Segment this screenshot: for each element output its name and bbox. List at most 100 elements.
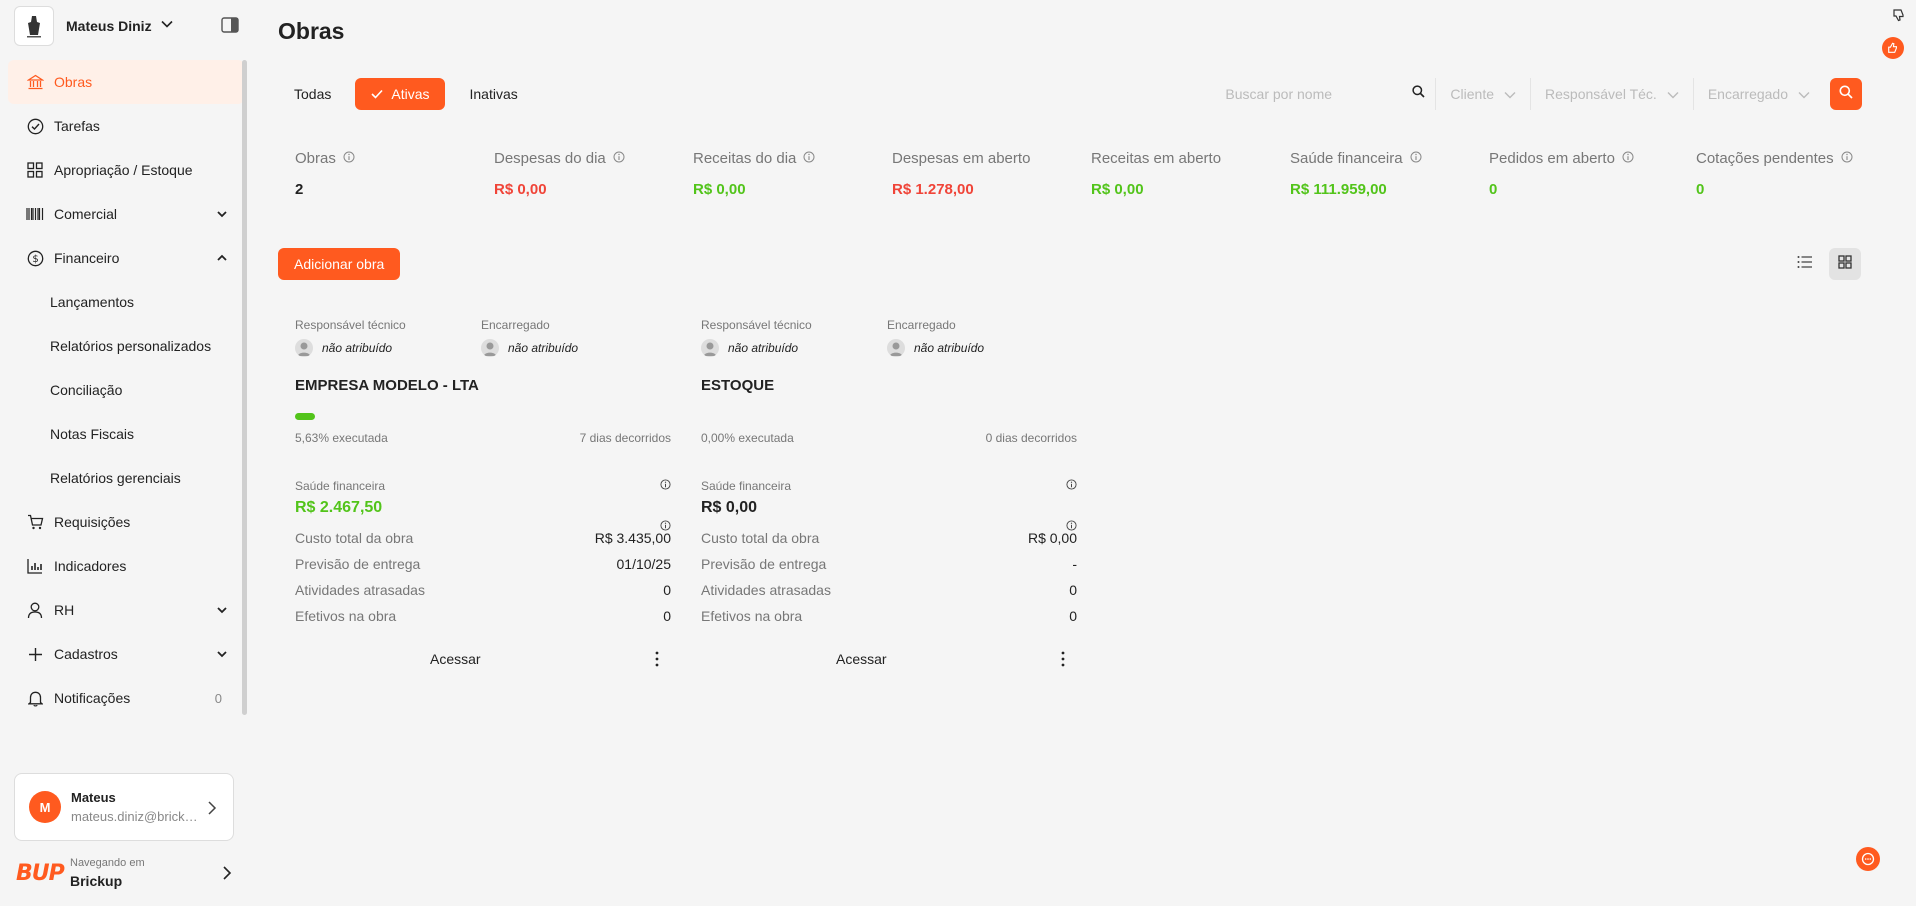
tab-ativas[interactable]: Ativas: [355, 78, 446, 110]
org-switcher[interactable]: Mateus Diniz: [14, 6, 174, 46]
more-vertical-icon[interactable]: [1061, 651, 1065, 672]
sidebar-item-requisicoes[interactable]: Requisições: [8, 500, 244, 544]
row-label: Atividades atrasadas: [295, 582, 425, 598]
brand-logo: BUP: [16, 860, 65, 886]
info-icon[interactable]: [343, 150, 355, 167]
stat-label: Receitas em aberto: [1091, 150, 1222, 167]
stats-row: Obras 2 Despesas do dia R$ 0,00 Receitas…: [295, 150, 1876, 198]
thumbs-up-icon[interactable]: [1882, 37, 1904, 59]
responsavel-name: não atribuído: [322, 341, 393, 355]
person-icon: [481, 339, 499, 357]
efetivos-row: Efetivos na obra 0: [295, 608, 671, 628]
grid-view-button[interactable]: [1829, 248, 1861, 280]
sidebar-item-cadastros[interactable]: Cadastros: [8, 632, 244, 676]
stat-label: Obras: [295, 150, 336, 167]
search-input[interactable]: [1225, 86, 1396, 102]
executada-text: 5,63% executada: [295, 431, 388, 445]
info-icon[interactable]: [613, 150, 625, 167]
bell-icon: [26, 689, 44, 707]
stat-label: Cotações pendentes: [1696, 150, 1834, 167]
info-icon[interactable]: [1841, 150, 1853, 167]
search-field: [1215, 78, 1435, 110]
cliente-select[interactable]: Cliente: [1435, 78, 1530, 110]
row-value: R$ 0,00: [1027, 530, 1077, 546]
tab-inativas[interactable]: Inativas: [453, 78, 533, 110]
check-circle-icon: [26, 117, 44, 135]
status-tabs: Todas Ativas Inativas: [278, 78, 534, 110]
info-icon[interactable]: [1410, 150, 1422, 167]
sidebar-item-comercial[interactable]: Comercial: [8, 192, 244, 236]
stat-label: Despesas do dia: [494, 150, 606, 167]
row-label: Custo total da obra: [701, 530, 820, 546]
sidebar-item-indicadores[interactable]: Indicadores: [8, 544, 244, 588]
info-icon[interactable]: [803, 150, 815, 167]
custo-row: Custo total da obra R$ 3.435,00: [295, 530, 671, 550]
sidebar-subitem-conciliacao[interactable]: Conciliação: [8, 368, 244, 412]
filter-bar: Cliente Responsável Téc. Encarregado: [1215, 78, 1862, 110]
list-view-button[interactable]: [1789, 248, 1821, 280]
chevron-down-icon: [216, 207, 228, 223]
sidebar-item-label: Requisições: [54, 514, 131, 530]
chevron-right-icon: [222, 865, 232, 886]
row-value: 01/10/25: [616, 556, 672, 572]
sidebar-subitem-relatorios-personalizados[interactable]: Relatórios personalizados: [8, 324, 244, 368]
barcode-icon: [26, 205, 44, 223]
sidebar-subitem-notas-fiscais[interactable]: Notas Fiscais: [8, 412, 244, 456]
obra-card: Responsável técnico não atribuído Encarr…: [701, 318, 1077, 674]
previsao-row: Previsão de entrega -: [701, 556, 1077, 576]
previsao-row: Previsão de entrega 01/10/25: [295, 556, 671, 576]
sidebar-item-rh[interactable]: RH: [8, 588, 244, 632]
responsavel-name: não atribuído: [728, 341, 799, 355]
info-icon[interactable]: [660, 477, 671, 495]
add-obra-button[interactable]: Adicionar obra: [278, 248, 401, 280]
row-label: Efetivos na obra: [295, 608, 397, 624]
sidebar-item-notificacoes[interactable]: Notificações 0: [8, 676, 244, 720]
atrasadas-row: Atividades atrasadas 0: [295, 582, 671, 602]
stat-pedidos-aberto: Pedidos em aberto 0: [1489, 150, 1696, 198]
workspace-switcher[interactable]: BUP Navegando em Brickup: [16, 853, 232, 893]
sidebar-item-tarefas[interactable]: Tarefas: [8, 104, 244, 148]
sidebar-subitem-lancamentos[interactable]: Lançamentos: [8, 280, 244, 324]
responsavel-select[interactable]: Responsável Téc.: [1530, 78, 1693, 110]
stat-saude-financeira: Saúde financeira R$ 111.959,00: [1290, 150, 1489, 198]
chevron-up-icon: [216, 251, 228, 267]
chevron-down-icon: [216, 603, 228, 619]
stat-value: 2: [295, 181, 304, 198]
acessar-button[interactable]: Acessar: [430, 651, 481, 667]
org-name: Mateus Diniz: [66, 18, 152, 34]
sidebar-scrollbar[interactable]: [242, 60, 247, 715]
stat-label: Saúde financeira: [1290, 150, 1403, 167]
acessar-button[interactable]: Acessar: [836, 651, 887, 667]
more-vertical-icon[interactable]: [655, 651, 659, 672]
chat-icon[interactable]: [1856, 847, 1880, 871]
user-card[interactable]: M Mateus mateus.diniz@brickup.com.br: [14, 773, 234, 841]
chevron-down-icon: [1798, 86, 1810, 102]
tab-todas[interactable]: Todas: [278, 78, 347, 110]
row-value: 0: [663, 608, 671, 624]
stat-value: R$ 111.959,00: [1290, 181, 1387, 198]
info-icon[interactable]: [1622, 150, 1634, 167]
person-icon: [701, 339, 719, 357]
stat-value: 0: [1489, 181, 1498, 198]
stat-value: 0: [1696, 181, 1705, 198]
stat-despesas-dia: Despesas do dia R$ 0,00: [494, 150, 693, 198]
sidebar-item-apropriacao[interactable]: Apropriação / Estoque: [8, 148, 244, 192]
executada-text: 0,00% executada: [701, 431, 794, 445]
thumbs-down-icon[interactable]: [1892, 8, 1906, 27]
sidebar-item-obras[interactable]: Obras: [8, 60, 244, 104]
info-icon[interactable]: [1066, 477, 1077, 495]
progress-bar: [701, 413, 1061, 420]
sidebar-toggle-icon[interactable]: [221, 17, 239, 38]
progress-bar: [295, 413, 655, 420]
sidebar-item-label: RH: [54, 602, 75, 618]
atrasadas-row: Atividades atrasadas 0: [701, 582, 1077, 602]
sidebar-subitem-relatorios-gerenciais[interactable]: Relatórios gerenciais: [8, 456, 244, 500]
sidebar-item-label: Apropriação / Estoque: [54, 162, 193, 178]
sidebar-item-label: Notificações: [54, 690, 131, 706]
encarregado-select[interactable]: Encarregado: [1692, 78, 1824, 110]
search-button[interactable]: [1830, 78, 1862, 110]
sidebar-item-financeiro[interactable]: $ Financeiro: [8, 236, 244, 280]
row-label: Efetivos na obra: [701, 608, 803, 624]
stat-obras: Obras 2: [295, 150, 494, 198]
cart-icon: [26, 513, 44, 531]
